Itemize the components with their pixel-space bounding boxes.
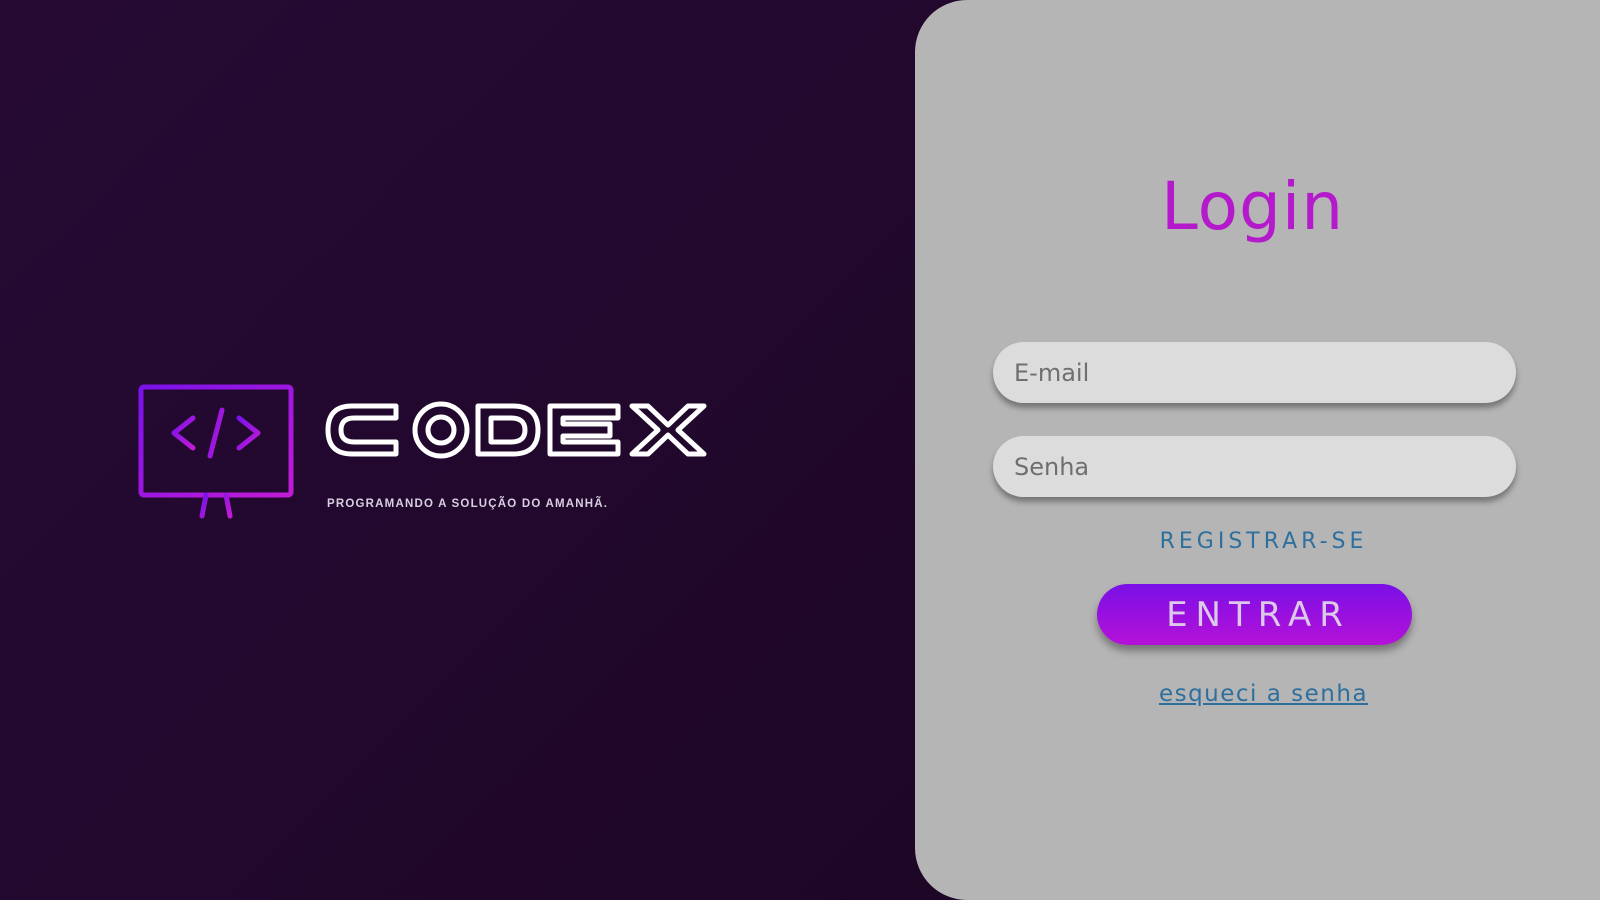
login-panel: Login REGISTRAR-SE ENTRAR esqueci a senh… [915,0,1600,900]
password-input[interactable] [993,436,1516,497]
monitor-code-icon [138,384,294,521]
register-link[interactable]: REGISTRAR-SE [915,529,1600,554]
brand-tagline: PROGRAMANDO A SOLUÇÃO DO AMANHÃ. [327,498,609,510]
brand-logo: PROGRAMANDO A SOLUÇÃO DO AMANHÃ. [138,382,738,532]
email-input[interactable] [993,342,1516,403]
login-page: PROGRAMANDO A SOLUÇÃO DO AMANHÃ. Login R… [0,0,1600,900]
forgot-password-link[interactable]: esqueci a senha [915,681,1600,707]
password-field[interactable] [993,436,1516,497]
email-field[interactable] [993,342,1516,403]
enter-button[interactable]: ENTRAR [1097,584,1412,645]
codex-wordmark [325,401,707,459]
login-title: Login [1160,168,1345,245]
